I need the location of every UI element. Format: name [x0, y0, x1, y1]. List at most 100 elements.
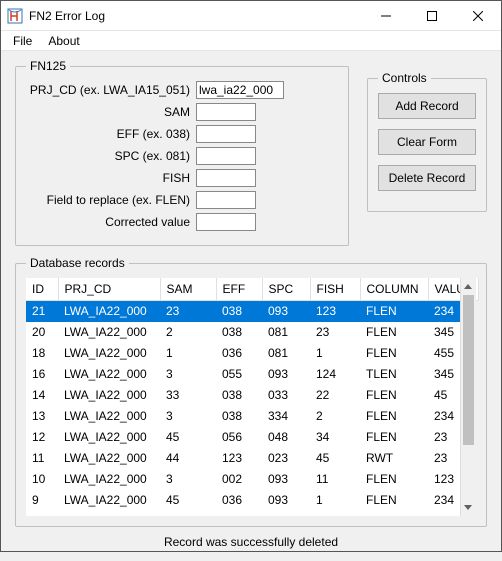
- cell: 3: [160, 469, 216, 490]
- col-header-id[interactable]: ID: [26, 278, 58, 300]
- cell: 038: [216, 301, 262, 322]
- col-header-fish[interactable]: FISH: [310, 278, 360, 300]
- cell: 23: [310, 322, 360, 343]
- cell: 048: [262, 427, 310, 448]
- menu-about[interactable]: About: [40, 32, 87, 50]
- table-row[interactable]: 13LWA_IA22_00030383342FLEN234: [26, 406, 460, 427]
- fish-label: FISH: [26, 171, 196, 185]
- controls-group: Controls Add Record Clear Form Delete Re…: [367, 71, 487, 212]
- cell: LWA_IA22_000: [58, 406, 160, 427]
- cell: 002: [216, 469, 262, 490]
- col-header-prj[interactable]: PRJ_CD: [58, 278, 160, 300]
- table-row[interactable]: 16LWA_IA22_0003055093124TLEN345: [26, 364, 460, 385]
- table-row[interactable]: 20LWA_IA22_000203808123FLEN345: [26, 322, 460, 343]
- cell: 33: [160, 385, 216, 406]
- cell: FLEN: [360, 490, 428, 511]
- scroll-up-icon[interactable]: [461, 278, 476, 295]
- status-message: Record was successfully deleted: [15, 527, 487, 557]
- cell: 2: [310, 406, 360, 427]
- cell: TLEN: [360, 364, 428, 385]
- cell: 038: [216, 406, 262, 427]
- table-row[interactable]: 11LWA_IA22_0004412302345RWT23: [26, 448, 460, 469]
- table-row[interactable]: 14LWA_IA22_0003303803322FLEN45: [26, 385, 460, 406]
- table-row[interactable]: 10LWA_IA22_000300209311FLEN123: [26, 469, 460, 490]
- cell: 093: [262, 301, 310, 322]
- col-header-sam[interactable]: SAM: [160, 278, 216, 300]
- close-button[interactable]: [455, 1, 501, 31]
- cell: 038: [216, 322, 262, 343]
- cell: RWT: [360, 448, 428, 469]
- cell: 081: [262, 343, 310, 364]
- cell: FLEN: [360, 406, 428, 427]
- sam-label: SAM: [26, 105, 196, 119]
- col-header-spc[interactable]: SPC: [262, 278, 310, 300]
- cell: 345: [428, 364, 460, 385]
- cell: 1: [310, 343, 360, 364]
- cell: 45: [310, 448, 360, 469]
- records-table[interactable]: ID PRJ_CD SAM EFF SPC FISH COLUMN VALUE …: [26, 278, 460, 516]
- maximize-button[interactable]: [409, 1, 455, 31]
- scroll-down-icon[interactable]: [461, 499, 476, 516]
- field-label: Field to replace (ex. FLEN): [26, 193, 196, 207]
- menubar: File About: [1, 31, 501, 51]
- add-record-button[interactable]: Add Record: [378, 93, 476, 119]
- database-records-legend: Database records: [26, 256, 129, 270]
- table-row[interactable]: 21LWA_IA22_00023038093123FLEN234: [26, 301, 460, 322]
- cell: LWA_IA22_000: [58, 469, 160, 490]
- cell: LWA_IA22_000: [58, 364, 160, 385]
- database-records-group: Database records ID PRJ_CD SAM EFF SPC F…: [15, 256, 487, 527]
- delete-record-button[interactable]: Delete Record: [378, 165, 476, 191]
- cell: 23: [428, 427, 460, 448]
- cell: 3: [160, 406, 216, 427]
- cell: 18: [26, 343, 58, 364]
- clear-form-button[interactable]: Clear Form: [378, 129, 476, 155]
- col-header-col[interactable]: COLUMN: [360, 278, 428, 300]
- prj-cd-input[interactable]: [196, 81, 284, 99]
- table-row[interactable]: 18LWA_IA22_00010360811FLEN455: [26, 343, 460, 364]
- titlebar: FN2 Error Log: [1, 1, 501, 31]
- sam-input[interactable]: [196, 103, 256, 121]
- eff-input[interactable]: [196, 125, 256, 143]
- scroll-thumb[interactable]: [463, 295, 474, 445]
- cell: 12: [26, 427, 58, 448]
- cell: LWA_IA22_000: [58, 385, 160, 406]
- cell: 023: [262, 448, 310, 469]
- cell: 22: [310, 385, 360, 406]
- cell: 081: [262, 322, 310, 343]
- cell: 9: [26, 490, 58, 511]
- menu-file[interactable]: File: [5, 32, 40, 50]
- cell: LWA_IA22_000: [58, 322, 160, 343]
- table-row[interactable]: 12LWA_IA22_0004505604834FLEN23: [26, 427, 460, 448]
- cell: 056: [216, 427, 262, 448]
- cell: FLEN: [360, 385, 428, 406]
- fn125-group: FN125 PRJ_CD (ex. LWA_IA15_051) SAM EFF …: [15, 59, 349, 246]
- cell: 14: [26, 385, 58, 406]
- cell: 2: [160, 322, 216, 343]
- cell: 23: [160, 301, 216, 322]
- table-scrollbar[interactable]: [460, 278, 476, 516]
- app-icon: [7, 8, 23, 24]
- prj-cd-label: PRJ_CD (ex. LWA_IA15_051): [26, 83, 196, 97]
- cell: FLEN: [360, 427, 428, 448]
- spc-label: SPC (ex. 081): [26, 149, 196, 163]
- corrected-label: Corrected value: [26, 215, 196, 229]
- cell: 234: [428, 301, 460, 322]
- cell: 093: [262, 364, 310, 385]
- cell: 123: [428, 469, 460, 490]
- cell: 036: [216, 490, 262, 511]
- cell: 123: [216, 448, 262, 469]
- cell: 1: [310, 490, 360, 511]
- cell: 093: [262, 490, 310, 511]
- cell: FLEN: [360, 322, 428, 343]
- eff-label: EFF (ex. 038): [26, 127, 196, 141]
- cell: 16: [26, 364, 58, 385]
- fish-input[interactable]: [196, 169, 256, 187]
- cell: 123: [310, 301, 360, 322]
- col-header-eff[interactable]: EFF: [216, 278, 262, 300]
- field-input[interactable]: [196, 191, 256, 209]
- spc-input[interactable]: [196, 147, 256, 165]
- corrected-input[interactable]: [196, 213, 256, 231]
- cell: 234: [428, 406, 460, 427]
- table-row[interactable]: 9LWA_IA22_000450360931FLEN234: [26, 490, 460, 511]
- minimize-button[interactable]: [363, 1, 409, 31]
